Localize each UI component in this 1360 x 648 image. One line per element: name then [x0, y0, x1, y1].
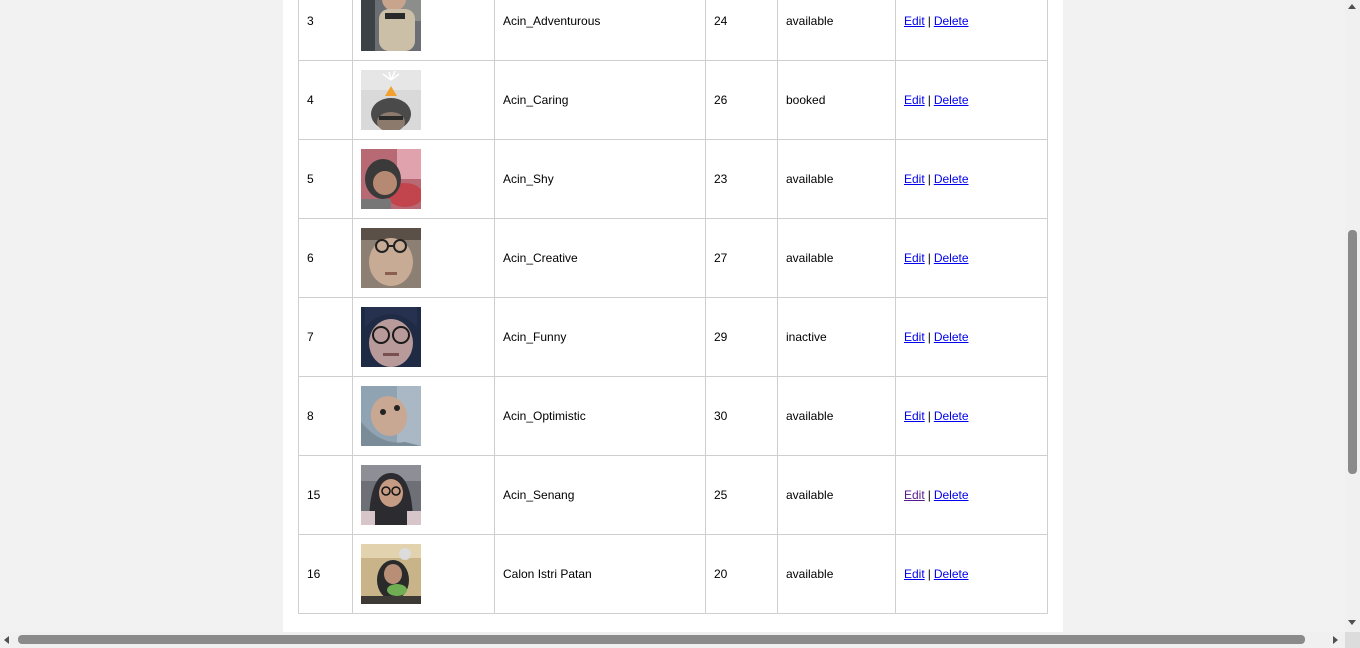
- age-cell: 20: [705, 534, 778, 614]
- link-separator: |: [927, 172, 931, 186]
- actions-cell: Edit | Delete: [895, 0, 1048, 61]
- table-row: 15 Acin_Senang 25 available Edit | Delete: [298, 455, 1048, 535]
- actions-cell: Edit | Delete: [895, 60, 1048, 140]
- id-cell: 8: [298, 376, 353, 456]
- edit-link[interactable]: Edit: [904, 251, 925, 265]
- age-cell: 27: [705, 218, 778, 298]
- scroll-up-arrow-icon[interactable]: [1348, 4, 1356, 9]
- id-cell: 7: [298, 297, 353, 377]
- age-cell: 25: [705, 455, 778, 535]
- id-cell: 4: [298, 60, 353, 140]
- delete-link[interactable]: Delete: [934, 567, 969, 581]
- delete-link[interactable]: Delete: [934, 409, 969, 423]
- table-row: 3 Acin_Adventurous 24 available Edit | Del…: [298, 0, 1048, 61]
- table-row: 7 Acin_Funny 29 inactive Edit | Delete: [298, 297, 1048, 377]
- name-cell: Acin_Shy: [494, 139, 706, 219]
- actions-cell: Edit | Delete: [895, 455, 1048, 535]
- vertical-scrollbar[interactable]: [1345, 0, 1360, 632]
- edit-link[interactable]: Edit: [904, 567, 925, 581]
- edit-link[interactable]: Edit: [904, 172, 925, 186]
- profile-photo: [361, 0, 421, 51]
- delete-link[interactable]: Delete: [934, 251, 969, 265]
- link-separator: |: [927, 567, 931, 581]
- age-cell: 24: [705, 0, 778, 61]
- delete-link[interactable]: Delete: [934, 172, 969, 186]
- id-cell: 15: [298, 455, 353, 535]
- table-row: 5 Acin_Shy 23 available Edit | Delete: [298, 139, 1048, 219]
- table-row: 16 Calon Istri Patan 20 available Edit | D…: [298, 534, 1048, 614]
- horizontal-scroll-thumb[interactable]: [18, 635, 1305, 644]
- profile-photo: [361, 465, 421, 525]
- actions-cell: Edit | Delete: [895, 218, 1048, 298]
- delete-link[interactable]: Delete: [934, 14, 969, 28]
- actions-cell: Edit | Delete: [895, 139, 1048, 219]
- edit-link[interactable]: Edit: [904, 93, 925, 107]
- table-row: 6 Acin_Creative 27 available Edit | Delete: [298, 218, 1048, 298]
- horizontal-scrollbar[interactable]: [0, 632, 1345, 648]
- edit-link[interactable]: Edit: [904, 330, 925, 344]
- link-separator: |: [927, 330, 931, 344]
- status-cell: available: [777, 376, 896, 456]
- delete-link[interactable]: Delete: [934, 330, 969, 344]
- status-cell: booked: [777, 60, 896, 140]
- talent-table: 3 Acin_Adventurous 24 available Edit | Del…: [298, 0, 1048, 614]
- vertical-scroll-thumb[interactable]: [1348, 230, 1357, 474]
- edit-link[interactable]: Edit: [904, 409, 925, 423]
- status-cell: available: [777, 139, 896, 219]
- status-cell: available: [777, 534, 896, 614]
- age-cell: 23: [705, 139, 778, 219]
- profile-photo: [361, 386, 421, 446]
- name-cell: Calon Istri Patan: [494, 534, 706, 614]
- table-row: 4 Acin_Caring 26 booked Edit | Delete: [298, 60, 1048, 140]
- profile-photo: [361, 307, 421, 367]
- id-cell: 16: [298, 534, 353, 614]
- edit-link[interactable]: Edit: [904, 14, 925, 28]
- actions-cell: Edit | Delete: [895, 297, 1048, 377]
- id-cell: 3: [298, 0, 353, 61]
- scrollbar-corner: [1345, 632, 1360, 648]
- table-row: 8 Acin_Optimistic 30 available Edit | Dele…: [298, 376, 1048, 456]
- age-cell: 30: [705, 376, 778, 456]
- age-cell: 26: [705, 60, 778, 140]
- name-cell: Acin_Caring: [494, 60, 706, 140]
- edit-link[interactable]: Edit: [904, 488, 925, 502]
- scroll-right-arrow-icon[interactable]: [1333, 636, 1338, 644]
- scroll-down-arrow-icon[interactable]: [1348, 620, 1356, 625]
- link-separator: |: [927, 409, 931, 423]
- actions-cell: Edit | Delete: [895, 534, 1048, 614]
- link-separator: |: [927, 251, 931, 265]
- status-cell: available: [777, 0, 896, 61]
- status-cell: available: [777, 218, 896, 298]
- profile-photo: [361, 228, 421, 288]
- name-cell: Acin_Optimistic: [494, 376, 706, 456]
- link-separator: |: [927, 488, 931, 502]
- age-cell: 29: [705, 297, 778, 377]
- status-cell: inactive: [777, 297, 896, 377]
- profile-photo: [361, 149, 421, 209]
- name-cell: Acin_Creative: [494, 218, 706, 298]
- profile-photo: [361, 70, 421, 130]
- status-cell: available: [777, 455, 896, 535]
- name-cell: Acin_Adventurous: [494, 0, 706, 61]
- link-separator: |: [927, 93, 931, 107]
- id-cell: 5: [298, 139, 353, 219]
- delete-link[interactable]: Delete: [934, 488, 969, 502]
- actions-cell: Edit | Delete: [895, 376, 1048, 456]
- id-cell: 6: [298, 218, 353, 298]
- link-separator: |: [927, 14, 931, 28]
- delete-link[interactable]: Delete: [934, 93, 969, 107]
- scroll-left-arrow-icon[interactable]: [4, 636, 9, 644]
- name-cell: Acin_Funny: [494, 297, 706, 377]
- name-cell: Acin_Senang: [494, 455, 706, 535]
- profile-photo: [361, 544, 421, 604]
